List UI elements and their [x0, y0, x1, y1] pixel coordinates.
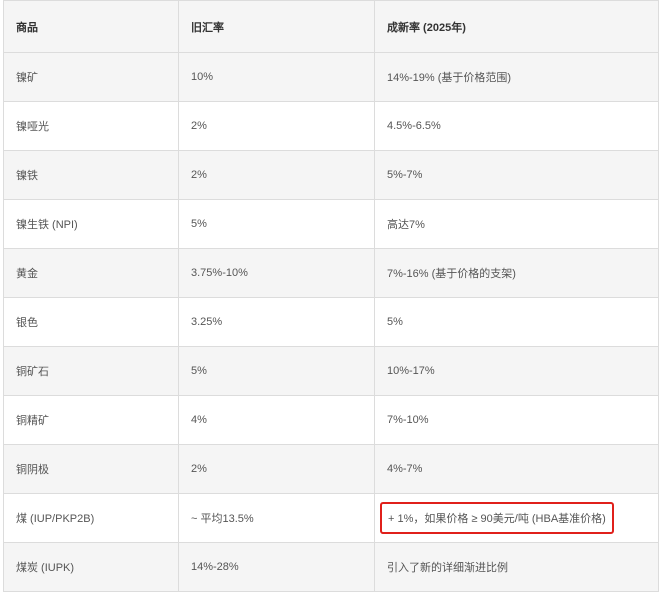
cell-new-rate: 14%-19% (基于价格范围) [374, 52, 659, 102]
cell-new-rate: 7%-10% [374, 395, 659, 445]
cell-old-rate: 14%-28% [178, 542, 375, 592]
cell-old-rate: 2% [178, 101, 375, 151]
cell-commodity: 铜阴极 [3, 444, 179, 494]
cell-commodity: 煤炭 (IUPK) [3, 542, 179, 592]
cell-old-rate: ~ 平均13.5% [178, 493, 375, 543]
cell-new-rate: 引入了新的详细渐进比例 [374, 542, 659, 592]
table-row: 铜阴极 2% 4%-7% [3, 444, 659, 494]
cell-old-rate: 2% [178, 444, 375, 494]
cell-new-rate: 5%-7% [374, 150, 659, 200]
header-old-rate: 旧汇率 [178, 0, 375, 53]
cell-commodity: 镍铁 [3, 150, 179, 200]
cell-old-rate: 3.75%-10% [178, 248, 375, 298]
table-row: 镍矿 10% 14%-19% (基于价格范围) [3, 52, 659, 102]
cell-new-rate: 10%-17% [374, 346, 659, 396]
table-row: 镍生铁 (NPI) 5% 高达7% [3, 199, 659, 249]
cell-commodity: 黄金 [3, 248, 179, 298]
cell-new-rate: 高达7% [374, 199, 659, 249]
royalty-rate-table: 商品 旧汇率 成新率 (2025年) 镍矿 10% 14%-19% (基于价格范… [3, 0, 659, 592]
table-row: 镍铁 2% 5%-7% [3, 150, 659, 200]
header-new-rate: 成新率 (2025年) [374, 0, 659, 53]
cell-commodity: 银色 [3, 297, 179, 347]
table-row: 煤炭 (IUPK) 14%-28% 引入了新的详细渐进比例 [3, 542, 659, 592]
cell-commodity: 煤 (IUP/PKP2B) [3, 493, 179, 543]
cell-old-rate: 2% [178, 150, 375, 200]
cell-commodity: 镍哑光 [3, 101, 179, 151]
table-row: 银色 3.25% 5% [3, 297, 659, 347]
cell-commodity: 铜精矿 [3, 395, 179, 445]
cell-new-rate: + 1%，如果价格 ≥ 90美元/吨 (HBA基准价格) [374, 493, 659, 543]
cell-new-rate: 5% [374, 297, 659, 347]
cell-new-rate: 7%-16% (基于价格的支架) [374, 248, 659, 298]
cell-commodity: 镍生铁 (NPI) [3, 199, 179, 249]
table-row: 煤 (IUP/PKP2B) ~ 平均13.5% + 1%，如果价格 ≥ 90美元… [3, 493, 659, 543]
cell-old-rate: 5% [178, 199, 375, 249]
table-row: 镍哑光 2% 4.5%-6.5% [3, 101, 659, 151]
cell-new-rate: 4%-7% [374, 444, 659, 494]
cell-old-rate: 5% [178, 346, 375, 396]
cell-commodity: 铜矿石 [3, 346, 179, 396]
header-commodity: 商品 [3, 0, 179, 53]
cell-old-rate: 10% [178, 52, 375, 102]
cell-old-rate: 4% [178, 395, 375, 445]
table-row: 黄金 3.75%-10% 7%-16% (基于价格的支架) [3, 248, 659, 298]
table-row: 铜矿石 5% 10%-17% [3, 346, 659, 396]
table-header-row: 商品 旧汇率 成新率 (2025年) [3, 0, 659, 53]
cell-old-rate: 3.25% [178, 297, 375, 347]
cell-commodity: 镍矿 [3, 52, 179, 102]
table-row: 铜精矿 4% 7%-10% [3, 395, 659, 445]
highlighted-rate-note: + 1%，如果价格 ≥ 90美元/吨 (HBA基准价格) [380, 502, 614, 534]
cell-new-rate: 4.5%-6.5% [374, 101, 659, 151]
